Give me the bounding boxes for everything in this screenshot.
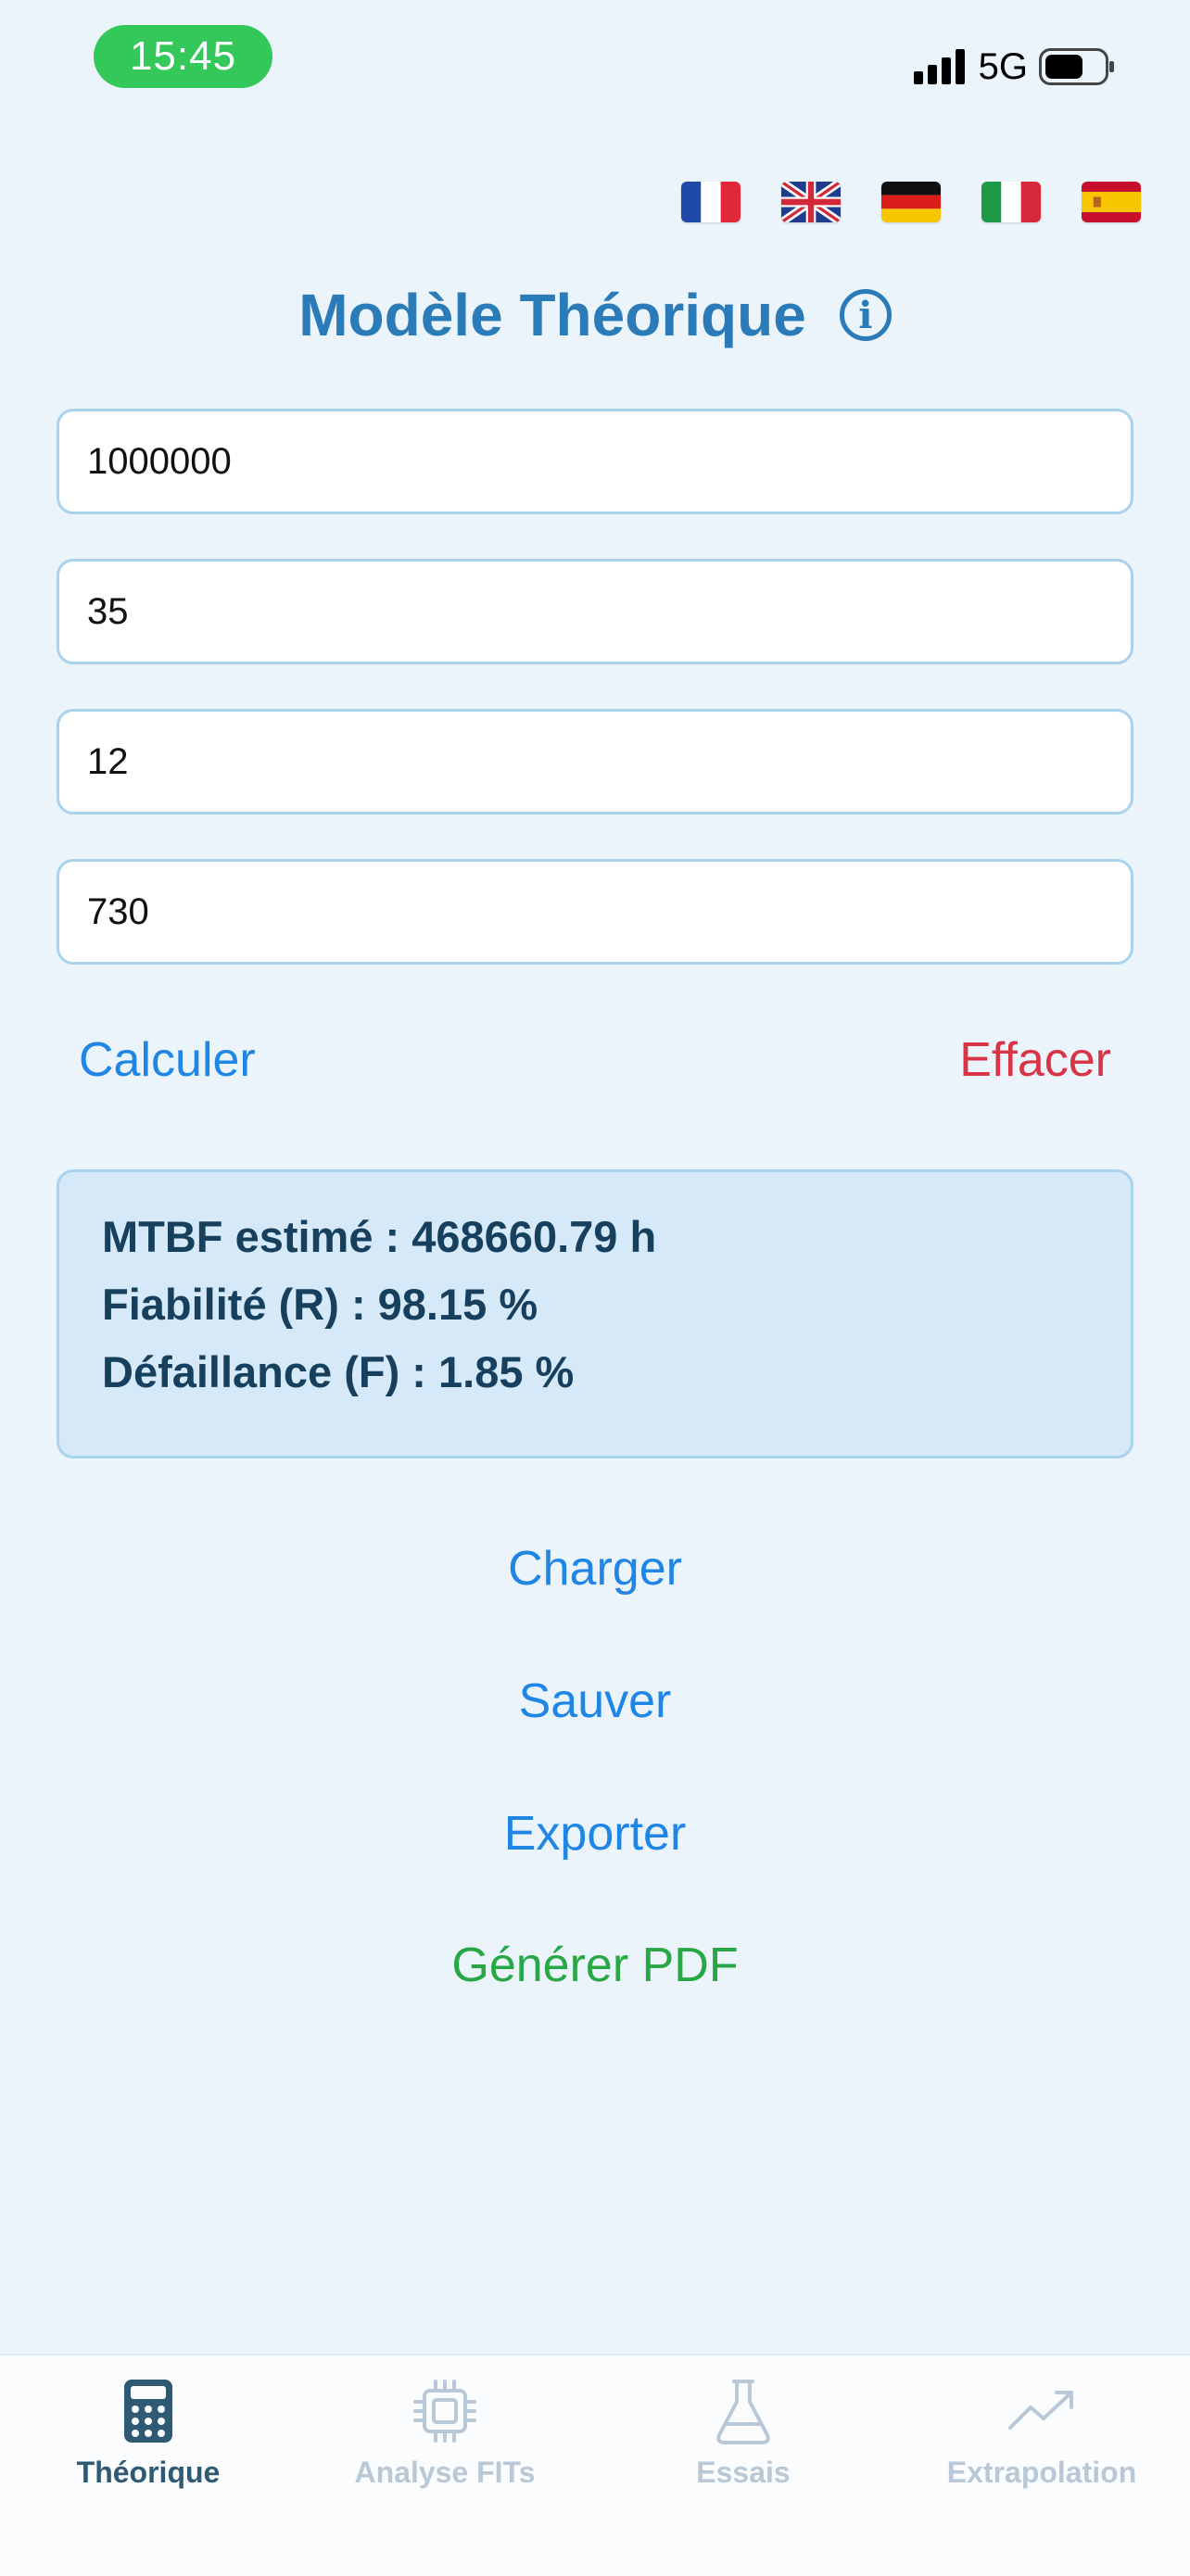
tab-analyse-fits[interactable]: Analyse FITs <box>334 2355 556 2504</box>
tab-label: Essais <box>696 2456 791 2489</box>
result-failure: Défaillance (F) : 1.85 % <box>102 1347 575 1396</box>
battery-icon <box>1039 48 1114 85</box>
tab-extrapolation[interactable]: Extrapolation <box>930 2355 1153 2504</box>
status-indicators: 5G <box>913 43 1115 91</box>
save-button[interactable]: Sauver <box>0 1673 1190 1730</box>
tab-label: Théorique <box>76 2456 221 2489</box>
clear-button[interactable]: Effacer <box>959 1032 1111 1088</box>
tab-label: Extrapolation <box>946 2456 1137 2489</box>
input-field-3[interactable] <box>57 709 1133 814</box>
flag-es-icon[interactable] <box>1082 182 1141 222</box>
export-button[interactable]: Exporter <box>0 1805 1190 1863</box>
flask-icon <box>716 2380 770 2444</box>
tab-label: Analyse FITs <box>354 2456 536 2489</box>
generate-pdf-button[interactable]: Générer PDF <box>0 1937 1190 1994</box>
flag-uk-icon[interactable] <box>781 182 841 222</box>
result-mtbf: MTBF estimé : 468660.79 h <box>102 1212 657 1261</box>
result-reliability: Fiabilité (R) : 98.15 % <box>102 1280 538 1329</box>
results-panel: MTBF estimé : 468660.79 h Fiabilité (R) … <box>57 1169 1133 1458</box>
flag-de-icon[interactable] <box>881 182 941 222</box>
header: Modèle Théorique i <box>0 271 1190 360</box>
calculator-icon <box>124 2380 172 2443</box>
status-time: 15:45 <box>94 25 272 88</box>
chip-icon <box>413 2380 476 2443</box>
tab-theorique[interactable]: Théorique <box>37 2355 260 2504</box>
input-field-1[interactable] <box>57 409 1133 514</box>
calculate-button[interactable]: Calculer <box>79 1032 256 1088</box>
info-icon[interactable]: i <box>839 289 892 341</box>
load-button[interactable]: Charger <box>0 1540 1190 1597</box>
flag-fr-icon[interactable] <box>681 182 741 222</box>
page-title: Modèle Théorique <box>298 282 806 348</box>
tab-essais[interactable]: Essais <box>632 2355 855 2504</box>
input-field-2[interactable] <box>57 559 1133 664</box>
network-label: 5G <box>978 45 1028 87</box>
tab-bar: Théorique Analyse FITs Essais Extrapolat… <box>0 2354 1190 2576</box>
flag-it-icon[interactable] <box>981 182 1041 222</box>
trend-up-icon <box>1008 2391 1073 2430</box>
input-field-4[interactable] <box>57 859 1133 965</box>
language-selector <box>681 182 1141 230</box>
signal-icon <box>913 49 965 84</box>
